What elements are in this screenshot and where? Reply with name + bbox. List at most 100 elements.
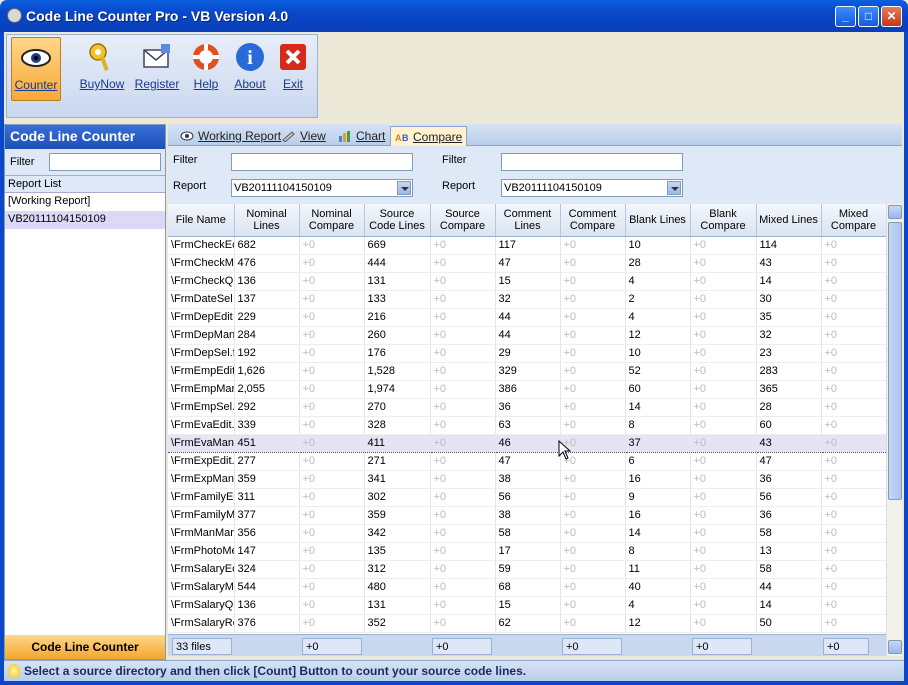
chevron-down-icon[interactable] (397, 181, 411, 195)
table-cell: \FrmSalaryRe (168, 614, 235, 633)
table-cell: +0 (430, 326, 496, 345)
column-header[interactable]: Comment Lines (495, 204, 561, 237)
table-cell: \FrmDateSel (168, 290, 235, 309)
tab-working-report[interactable]: Working Report (176, 126, 285, 146)
scroll-up-button[interactable] (888, 205, 902, 219)
table-row[interactable]: \FrmEmpMar 2,055 +0 1,974 +0 386 +0 60 +0 365 +0 (168, 380, 886, 399)
counter-button[interactable]: Counter (11, 37, 61, 101)
table-row[interactable]: \FrmDepEdit 229 +0 216 +0 44 +0 4 +0 35 +0 (168, 308, 886, 327)
column-header[interactable]: Nominal Compare (299, 204, 365, 237)
table-cell: +0 (821, 452, 886, 471)
column-header[interactable]: Nominal Lines (234, 204, 300, 237)
tab-view[interactable]: View (278, 126, 330, 146)
left-pane-footer-button[interactable]: Code Line Counter (5, 635, 165, 659)
table-row[interactable]: \FrmFamilyM 377 +0 359 +0 38 +0 16 +0 36 +0 (168, 506, 886, 525)
chart-icon (339, 131, 350, 142)
vertical-scrollbar[interactable] (886, 204, 902, 656)
column-header[interactable]: Mixed Lines (756, 204, 822, 237)
table-cell: +0 (690, 470, 757, 489)
table-cell: +0 (690, 236, 757, 255)
table-cell: +0 (821, 272, 886, 291)
exit-label: Exit (282, 77, 303, 91)
table-row[interactable]: \FrmSalaryEc 324 +0 312 +0 59 +0 11 +0 58 +0 (168, 560, 886, 579)
table-cell: 38 (495, 470, 561, 489)
right-report-select[interactable]: VB20111104150109 (501, 179, 683, 197)
left-filter-input[interactable] (49, 153, 161, 171)
exit-button[interactable]: Exit (268, 37, 318, 101)
minimize-button[interactable]: _ (835, 6, 856, 27)
table-row[interactable]: \FrmSalaryRe 376 +0 352 +0 62 +0 12 +0 50 +0 (168, 614, 886, 633)
table-cell: 444 (364, 254, 431, 273)
table-row[interactable]: \FrmEmpSel. 292 +0 270 +0 36 +0 14 +0 28 +0 (168, 398, 886, 417)
left-compare-filter-input[interactable] (231, 153, 413, 171)
table-cell: +0 (560, 254, 626, 273)
table-cell: 63 (495, 416, 561, 435)
help-button[interactable]: Help (181, 37, 231, 101)
table-cell: 44 (495, 326, 561, 345)
table-cell: 339 (234, 416, 300, 435)
column-header[interactable]: Source Compare (430, 204, 496, 237)
table-row[interactable]: \FrmExpEdit. 277 +0 271 +0 47 +0 6 +0 47 +0 (168, 452, 886, 471)
table-cell: +0 (560, 236, 626, 255)
table-row[interactable]: \FrmEvaMan 451 +0 411 +0 46 +0 37 +0 43 +0 (168, 433, 886, 453)
column-header[interactable]: Blank Lines (625, 204, 691, 237)
table-cell: +0 (821, 254, 886, 273)
table-row[interactable]: \FrmCheckQ 136 +0 131 +0 15 +0 4 +0 14 +0 (168, 272, 886, 291)
table-cell: 133 (364, 290, 431, 309)
table-row[interactable]: \FrmCheckM 476 +0 444 +0 47 +0 28 +0 43 +0 (168, 254, 886, 273)
table-cell: 10 (625, 344, 691, 363)
table-cell: 544 (234, 578, 300, 597)
table-row[interactable]: \FrmPhotoMe 147 +0 135 +0 17 +0 8 +0 13 +0 (168, 542, 886, 561)
maximize-button[interactable]: □ (858, 6, 879, 27)
table-cell: 192 (234, 344, 300, 363)
close-button[interactable]: ✕ (881, 6, 902, 27)
table-cell: 302 (364, 488, 431, 507)
table-row[interactable]: \FrmDepMan 284 +0 260 +0 44 +0 12 +0 32 +0 (168, 326, 886, 345)
report-list-header: Report List (5, 175, 165, 193)
table-cell: +0 (690, 308, 757, 327)
table-cell: 46 (495, 433, 561, 453)
report-list-item[interactable]: VB20111104150109 (5, 211, 165, 229)
table-row[interactable]: \FrmFamilyEc 311 +0 302 +0 56 +0 9 +0 56 +0 (168, 488, 886, 507)
table-cell: \FrmSalaryQ (168, 596, 235, 615)
table-cell: 4 (625, 308, 691, 327)
right-compare-filter-input[interactable] (501, 153, 683, 171)
table-cell: 16 (625, 506, 691, 525)
table-cell: \FrmCheckEc (168, 236, 235, 255)
column-header[interactable]: Mixed Compare (821, 204, 886, 237)
table-row[interactable]: \FrmManMar 356 +0 342 +0 58 +0 14 +0 58 +0 (168, 524, 886, 543)
table-cell: +0 (299, 614, 365, 633)
table-cell: 59 (495, 560, 561, 579)
column-header[interactable]: Source Code Lines (364, 204, 431, 237)
column-header[interactable]: File Name (168, 204, 235, 237)
scroll-thumb[interactable] (888, 222, 902, 500)
table-row[interactable]: \FrmEmpEdit 1,626 +0 1,528 +0 329 +0 52 +0 283 +0 (168, 362, 886, 381)
column-header[interactable]: Comment Compare (560, 204, 626, 237)
table-cell: +0 (430, 488, 496, 507)
scroll-down-button[interactable] (888, 640, 902, 654)
table-cell: +0 (821, 578, 886, 597)
table-row[interactable]: \FrmDepSel.f 192 +0 176 +0 29 +0 10 +0 23 +0 (168, 344, 886, 363)
register-button[interactable]: Register (132, 37, 182, 101)
chevron-down-icon[interactable] (667, 181, 681, 195)
table-cell: +0 (299, 272, 365, 291)
table-row[interactable]: \FrmCheckEc 682 +0 669 +0 117 +0 10 +0 114 +0 (168, 236, 886, 255)
table-cell: +0 (430, 236, 496, 255)
table-row[interactable]: \FrmDateSel 137 +0 133 +0 32 +0 2 +0 30 +0 (168, 290, 886, 309)
left-report-select[interactable]: VB20111104150109 (231, 179, 413, 197)
table-cell: 669 (364, 236, 431, 255)
buynow-button[interactable]: BuyNow (77, 37, 127, 101)
table-cell: 52 (625, 362, 691, 381)
table-cell: +0 (430, 308, 496, 327)
table-row[interactable]: \FrmEvaEdit. 339 +0 328 +0 63 +0 8 +0 60 +0 (168, 416, 886, 435)
report-list-item[interactable]: [Working Report] (5, 193, 165, 211)
table-cell: +0 (690, 290, 757, 309)
table-row[interactable]: \FrmExpMan 359 +0 341 +0 38 +0 16 +0 36 +0 (168, 470, 886, 489)
lightbulb-icon (8, 664, 20, 678)
tab-chart[interactable]: Chart (334, 126, 389, 146)
table-row[interactable]: \FrmSalaryQ 136 +0 131 +0 15 +0 4 +0 14 +0 (168, 596, 886, 615)
table-cell: 341 (364, 470, 431, 489)
table-row[interactable]: \FrmSalaryM 544 +0 480 +0 68 +0 40 +0 44 +0 (168, 578, 886, 597)
tab-compare[interactable]: A B Compare (390, 126, 468, 146)
column-header[interactable]: Blank Compare (690, 204, 757, 237)
